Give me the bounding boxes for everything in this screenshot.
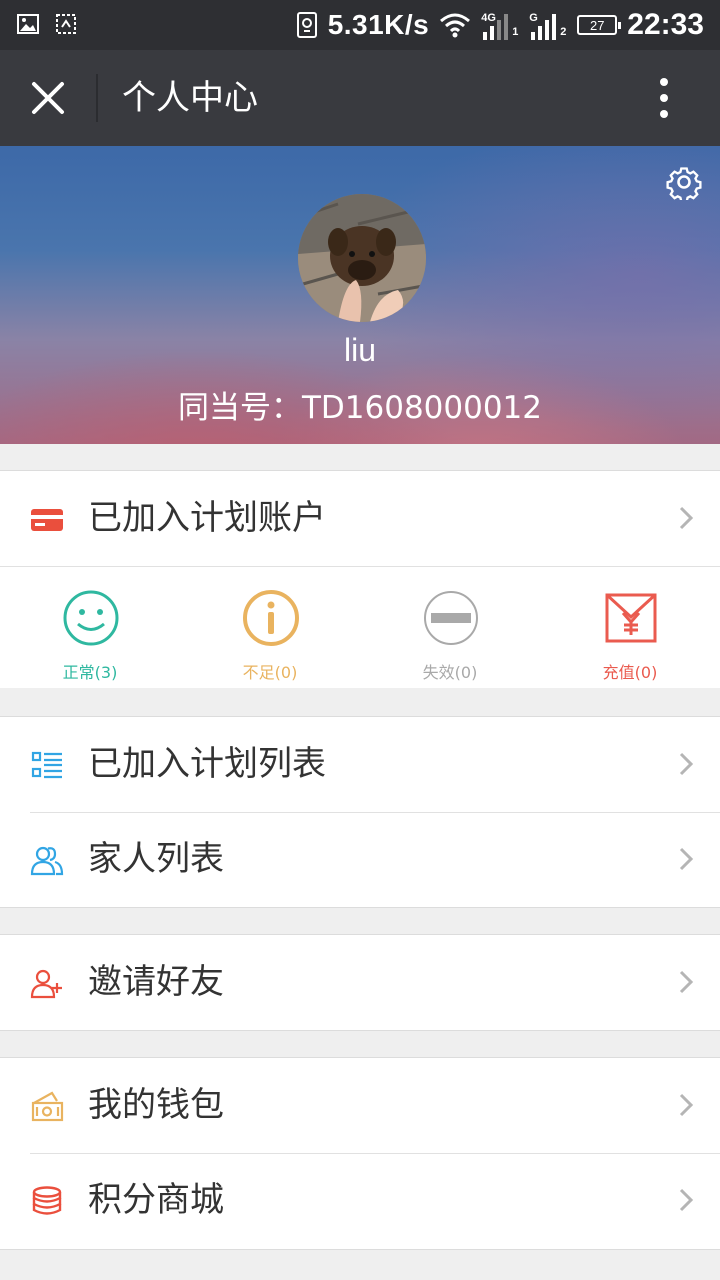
plan-list-section: 已加入计划列表 家人列表 bbox=[0, 716, 720, 908]
plan-list-label: 已加入计划列表 bbox=[88, 744, 326, 784]
plan-account-section: 已加入计划账户 bbox=[0, 470, 720, 567]
gear-icon[interactable] bbox=[666, 164, 702, 200]
signal-4g: 4G 1 bbox=[481, 8, 519, 42]
points-mall-row[interactable]: 积分商城 bbox=[0, 1153, 720, 1248]
wifi-icon bbox=[440, 13, 471, 38]
status-insufficient-label: 不足(0) bbox=[242, 663, 298, 682]
chevron-right-icon bbox=[679, 752, 694, 776]
toolbar-divider bbox=[96, 74, 98, 122]
status-invalid-label: 失效(0) bbox=[422, 663, 478, 682]
wallet-icon bbox=[31, 1091, 64, 1122]
more-vertical-icon[interactable] bbox=[652, 76, 676, 120]
invite-row[interactable]: 邀请好友 bbox=[0, 935, 720, 1030]
invite-section: 邀请好友 bbox=[0, 934, 720, 1031]
account-id: 同当号：TD1608000012 bbox=[177, 390, 543, 426]
signal-g: G 2 bbox=[529, 8, 567, 42]
status-bar: 5.31K/s 4G 1 G 2 27 22:33 bbox=[0, 0, 720, 50]
sim-1-label: 1 bbox=[512, 26, 519, 38]
add-user-icon bbox=[30, 969, 62, 999]
status-insufficient[interactable]: 不足(0) bbox=[180, 567, 360, 689]
sim-2-label: 2 bbox=[560, 26, 567, 38]
status-recharge[interactable]: 充值(0) bbox=[540, 567, 720, 689]
invite-label: 邀请好友 bbox=[88, 962, 224, 1002]
status-recharge-label: 充值(0) bbox=[602, 663, 658, 682]
wallet-label: 我的钱包 bbox=[88, 1085, 224, 1125]
clock: 22:33 bbox=[627, 8, 704, 41]
yen-envelope-icon bbox=[605, 593, 657, 643]
avatar[interactable] bbox=[298, 194, 426, 322]
chevron-right-icon bbox=[679, 1093, 694, 1117]
profile-header: liu 同当号：TD1608000012 bbox=[0, 146, 720, 444]
family-list-label: 家人列表 bbox=[88, 839, 224, 879]
bottom-gap bbox=[0, 1250, 720, 1280]
wallet-row[interactable]: 我的钱包 bbox=[0, 1058, 720, 1153]
plan-status-strip: 正常(3) 不足(0) 失效(0) 充值(0) bbox=[0, 566, 720, 688]
phone-storage-icon bbox=[296, 12, 317, 38]
plan-account-row[interactable]: 已加入计划账户 bbox=[0, 471, 720, 566]
page-title: 个人中心 bbox=[122, 78, 258, 118]
battery-indicator: 27 bbox=[577, 15, 622, 35]
image-icon bbox=[17, 14, 39, 34]
plan-list-row[interactable]: 已加入计划列表 bbox=[0, 717, 720, 812]
avatar-photo bbox=[298, 194, 426, 322]
screenshot-icon bbox=[56, 14, 76, 34]
chevron-right-icon bbox=[679, 1188, 694, 1212]
list-icon bbox=[31, 751, 62, 779]
family-list-row[interactable]: 家人列表 bbox=[0, 812, 720, 907]
status-invalid[interactable]: 失效(0) bbox=[360, 567, 540, 689]
family-icon bbox=[30, 846, 64, 876]
chevron-right-icon bbox=[679, 970, 694, 994]
status-normal-label: 正常(3) bbox=[62, 663, 118, 682]
chevron-right-icon bbox=[679, 506, 694, 530]
wallet-section: 我的钱包 积分商城 bbox=[0, 1057, 720, 1250]
status-normal[interactable]: 正常(3) bbox=[0, 567, 180, 689]
plan-account-label: 已加入计划账户 bbox=[88, 498, 326, 538]
username: liu bbox=[343, 332, 376, 368]
coins-icon bbox=[32, 1186, 62, 1215]
chevron-right-icon bbox=[679, 847, 694, 871]
points-mall-label: 积分商城 bbox=[88, 1180, 224, 1220]
minus-circle-icon bbox=[424, 591, 478, 645]
app-toolbar: 个人中心 bbox=[0, 50, 720, 146]
info-icon bbox=[243, 590, 299, 646]
network-speed: 5.31K/s bbox=[327, 9, 430, 40]
smile-icon bbox=[63, 590, 119, 646]
card-icon bbox=[31, 509, 63, 531]
close-icon[interactable] bbox=[26, 76, 70, 120]
